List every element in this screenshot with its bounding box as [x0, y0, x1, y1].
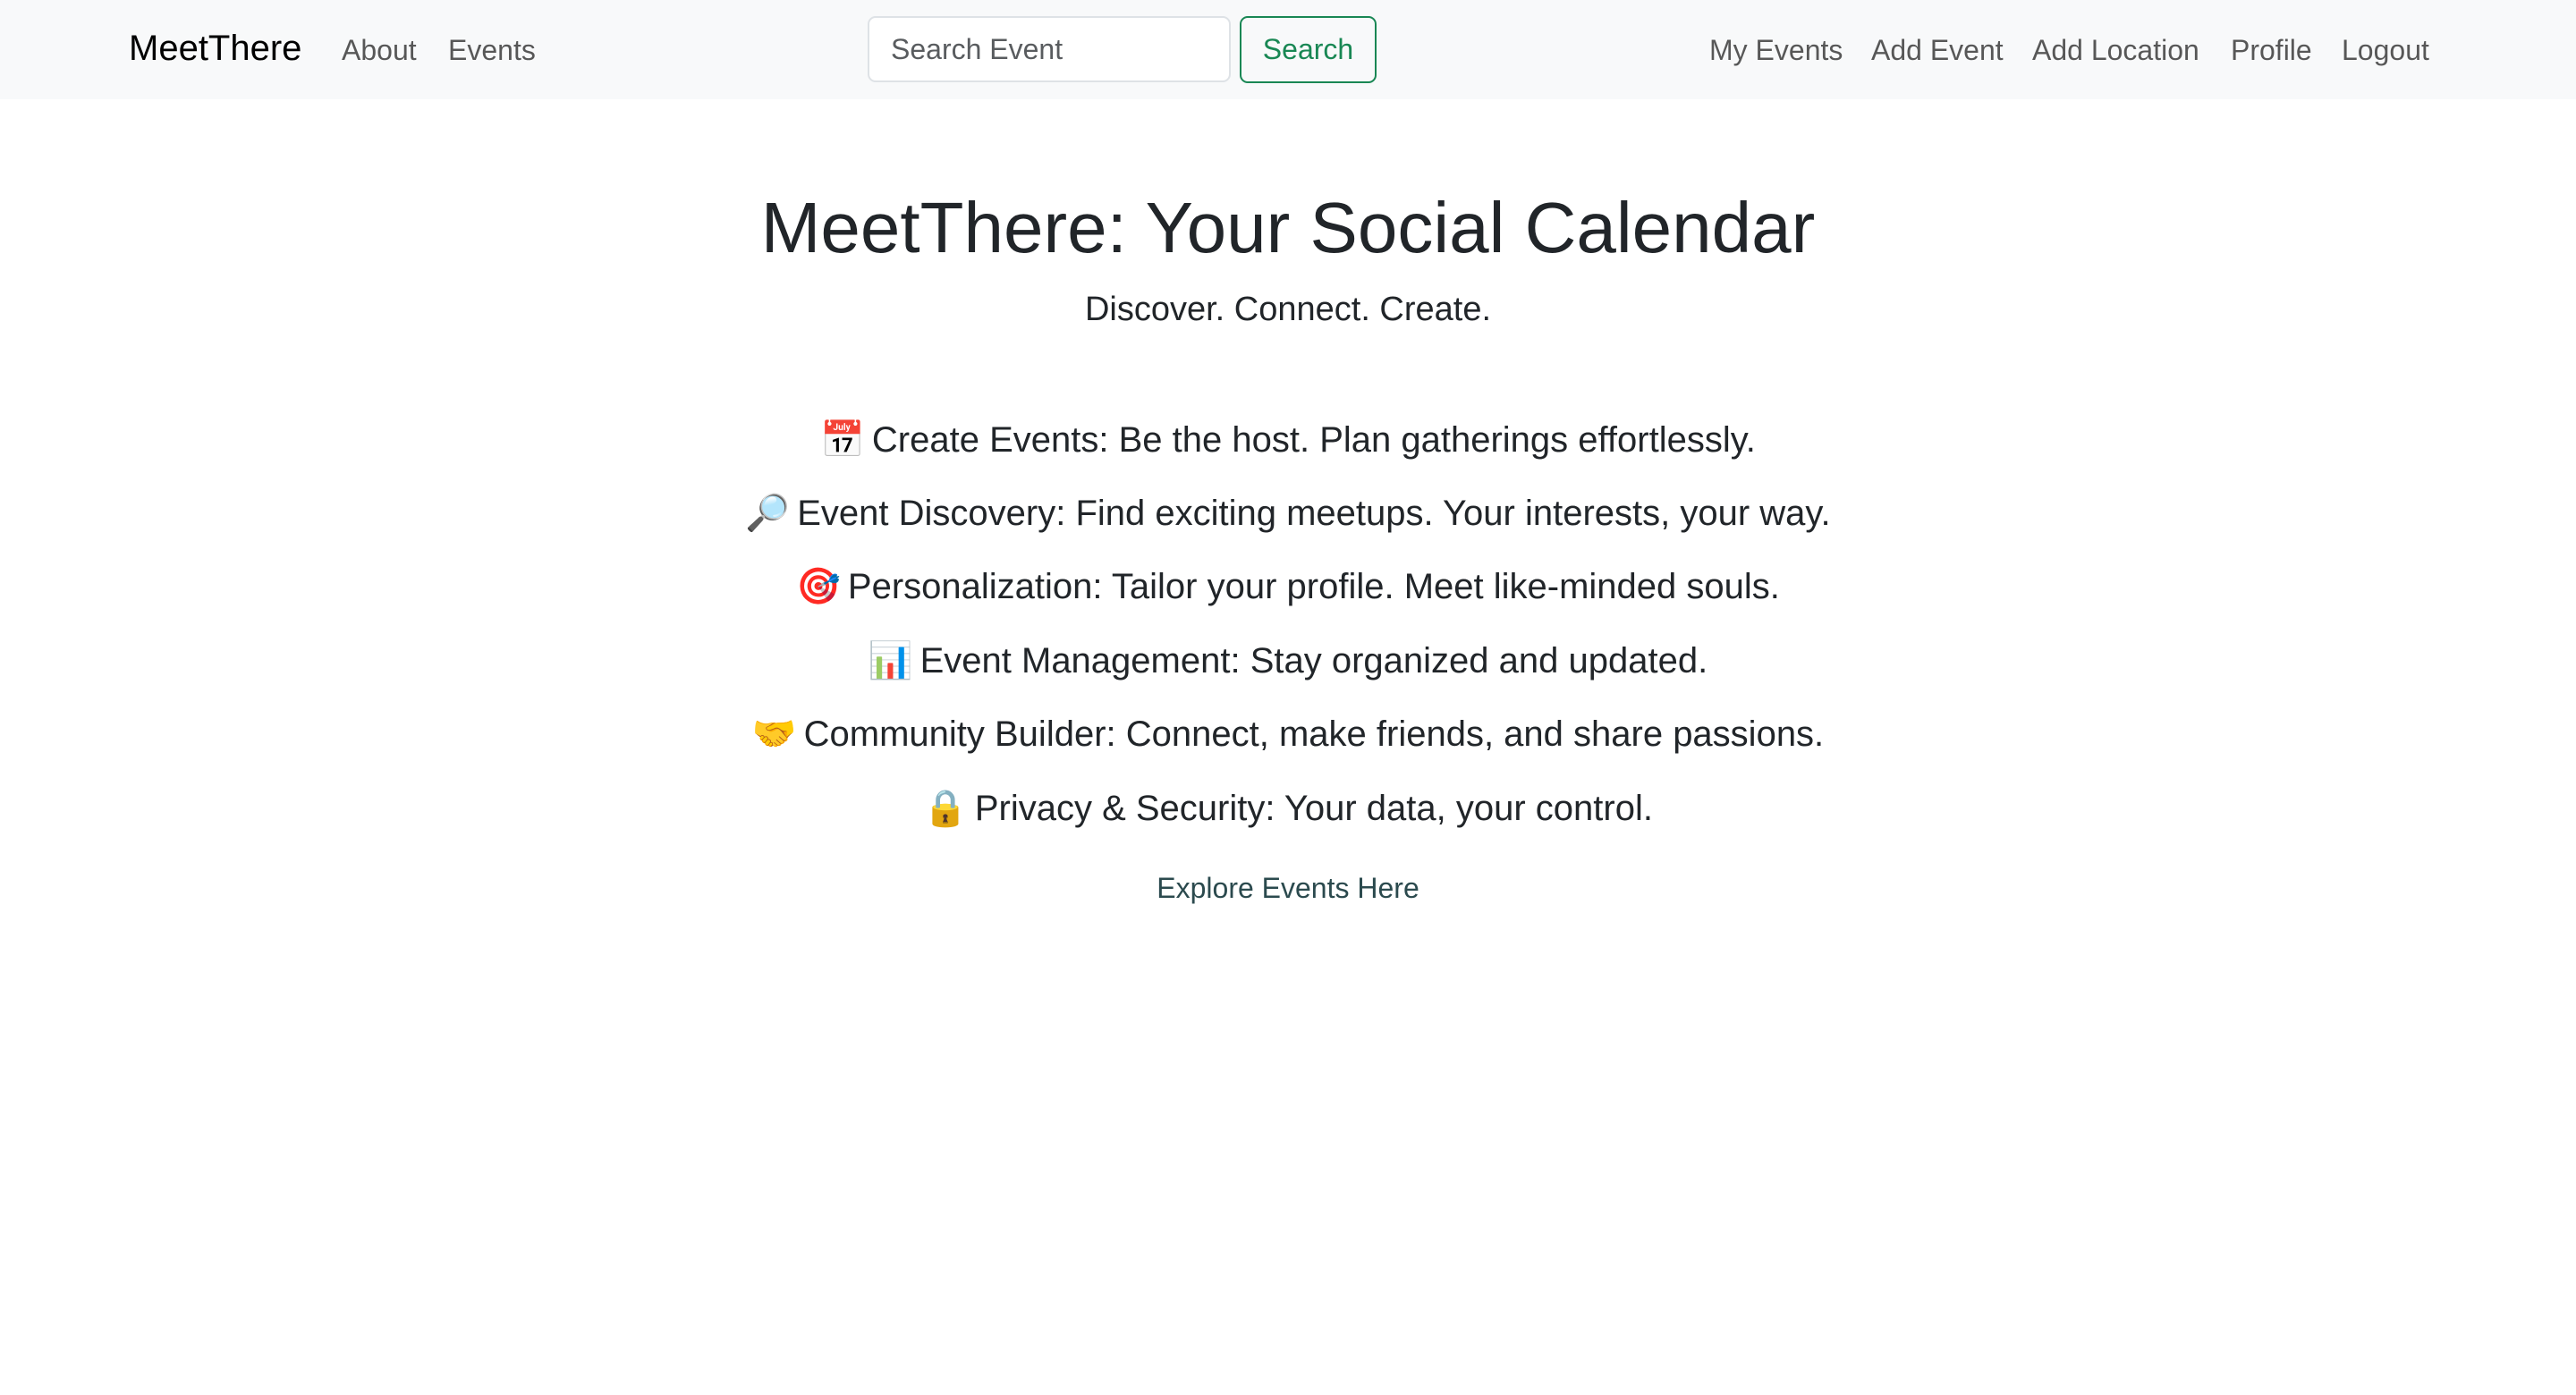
feature-item: 📊 Event Management: Stay organized and up… [0, 636, 2576, 686]
target-icon: 🎯 [796, 566, 841, 607]
handshake-icon: 🤝 [751, 714, 797, 755]
top-navbar: MeetThere About Events Search My Events … [0, 0, 2576, 99]
nav-link-about[interactable]: About [342, 30, 417, 71]
search-button[interactable]: Search [1240, 16, 1377, 83]
nav-link-logout[interactable]: Logout [2342, 30, 2429, 71]
brand-logo[interactable]: MeetThere [129, 26, 301, 71]
nav-link-add-event[interactable]: Add Event [1871, 30, 2004, 71]
feature-text: Event Discovery: Find exciting meetups. … [797, 494, 1831, 533]
feature-text: Community Builder: Connect, make friends… [803, 714, 1825, 754]
feature-item: 🤝 Community Builder: Connect, make friend… [0, 709, 2576, 759]
lock-icon: 🔒 [923, 788, 968, 829]
magnifier-icon: 🔎 [745, 493, 791, 534]
calendar-icon: 📅 [820, 419, 865, 461]
feature-item: 🎯 Personalization: Tailor your profile. M… [0, 562, 2576, 612]
feature-item: 🔎 Event Discovery: Find exciting meetups.… [0, 488, 2576, 538]
page-title: MeetThere: Your Social Calendar [760, 188, 1816, 267]
feature-item: 📅 Create Events: Be the host. Plan gather… [0, 415, 2576, 465]
feature-text: Privacy & Security: Your data, your cont… [974, 789, 1653, 828]
search-input[interactable] [868, 16, 1231, 82]
bar-chart-icon: 📊 [868, 640, 913, 681]
feature-text: Personalization: Tailor your profile. Me… [847, 567, 1780, 606]
nav-link-profile[interactable]: Profile [2231, 30, 2312, 71]
explore-events-container: Explore Events Here [0, 868, 2576, 908]
feature-text: Create Events: Be the host. Plan gatheri… [871, 420, 1756, 460]
feature-text: Event Management: Stay organized and upd… [919, 641, 1708, 681]
nav-link-add-location[interactable]: Add Location [2032, 30, 2199, 71]
nav-link-my-events[interactable]: My Events [1709, 30, 1843, 71]
nav-link-events[interactable]: Events [448, 30, 536, 71]
feature-item: 🔒 Privacy & Security: Your data, your con… [0, 783, 2576, 833]
page-subtitle: Discover. Connect. Create. [1084, 291, 1492, 328]
explore-events-link[interactable]: Explore Events Here [1157, 872, 1419, 904]
